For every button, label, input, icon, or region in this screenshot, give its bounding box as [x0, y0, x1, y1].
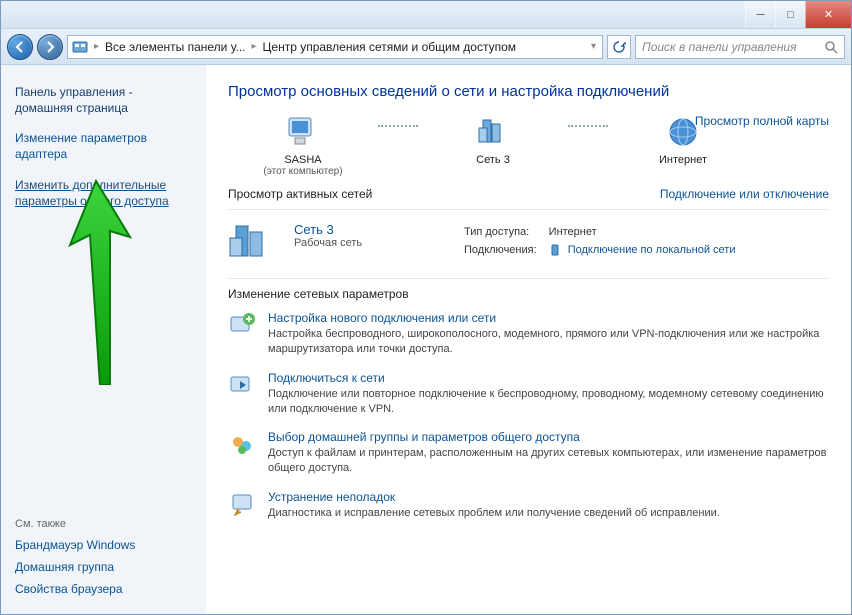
breadcrumb[interactable]: ▸ Все элементы панели у... ▸ Центр управ…: [67, 35, 603, 59]
navbar: ▸ Все элементы панели у... ▸ Центр управ…: [1, 29, 851, 65]
task-link[interactable]: Настройка нового подключения или сети: [268, 311, 829, 325]
chevron-right-icon: ▸: [250, 41, 259, 52]
sidebar-see-also: См. также: [15, 518, 192, 530]
search-input[interactable]: Поиск в панели управления: [635, 35, 845, 59]
refresh-button[interactable]: [607, 35, 631, 59]
task-desc: Диагностика и исправление сетевых пробле…: [268, 506, 720, 521]
homegroup-icon: [228, 430, 256, 458]
map-node-network[interactable]: Сеть 3: [418, 114, 568, 166]
task-link[interactable]: Устранение неполадок: [268, 490, 720, 504]
task-new-connection: Настройка нового подключения или сети На…: [228, 311, 829, 357]
active-network-info: Сеть 3 Рабочая сеть: [294, 222, 444, 262]
task-desc: Настройка беспроводного, широкополосного…: [268, 327, 829, 357]
sidebar-home-title[interactable]: Панель управления - домашняя страница: [15, 85, 192, 116]
search-icon: [824, 40, 838, 54]
troubleshoot-icon: [228, 490, 256, 518]
active-network: Сеть 3 Рабочая сеть Тип доступа: Интерне…: [228, 216, 829, 272]
search-placeholder: Поиск в панели управления: [642, 40, 797, 54]
task-connect: Подключиться к сети Подключение или повт…: [228, 371, 829, 417]
connect-disconnect-link[interactable]: Подключение или отключение: [660, 187, 829, 201]
sidebar-link-firewall[interactable]: Брандмауэр Windows: [15, 538, 192, 552]
section-change-settings: Изменение сетевых параметров: [228, 287, 829, 301]
divider: [228, 278, 829, 279]
connect-icon: [228, 371, 256, 399]
sidebar-link-homegroup[interactable]: Домашняя группа: [15, 560, 192, 574]
map-full-link[interactable]: Просмотр полной карты: [695, 114, 829, 128]
map-connector: [378, 114, 418, 138]
forward-button[interactable]: [37, 34, 63, 60]
map-node-label: SASHA: [228, 154, 378, 166]
dropdown-icon[interactable]: ▾: [589, 41, 598, 52]
content: Панель управления - домашняя страница Из…: [1, 65, 851, 614]
access-type-value: Интернет: [549, 224, 746, 240]
task-link[interactable]: Подключиться к сети: [268, 371, 829, 385]
active-network-details: Тип доступа: Интернет Подключения: Подкл…: [462, 222, 829, 262]
minimize-button[interactable]: ─: [745, 1, 775, 28]
new-connection-icon: [228, 311, 256, 339]
map-node-sublabel: (этот компьютер): [228, 166, 378, 177]
access-type-label: Тип доступа:: [464, 224, 547, 240]
sidebar-link-sharing[interactable]: Изменить дополнительные параметры общего…: [15, 177, 192, 209]
sidebar: Панель управления - домашняя страница Из…: [1, 65, 206, 614]
breadcrumb-root[interactable]: Все элементы панели у...: [105, 40, 245, 54]
connection-link[interactable]: Подключение по локальной сети: [568, 244, 736, 256]
active-network-type[interactable]: Рабочая сеть: [294, 237, 444, 249]
sidebar-link-browser[interactable]: Свойства браузера: [15, 582, 192, 596]
breadcrumb-current[interactable]: Центр управления сетями и общим доступом: [263, 40, 517, 54]
active-network-name[interactable]: Сеть 3: [294, 222, 444, 237]
lan-icon: [549, 244, 561, 256]
sidebar-link-adapter[interactable]: Изменение параметров адаптера: [15, 130, 192, 162]
connections-label: Подключения:: [464, 242, 547, 258]
map-node-label: Сеть 3: [418, 154, 568, 166]
section-title: Просмотр активных сетей: [228, 187, 372, 201]
task-desc: Подключение или повторное подключение к …: [268, 387, 829, 417]
close-button[interactable]: ✕: [805, 1, 851, 28]
window: ─ □ ✕ ▸ Все элементы панели у... ▸ Центр…: [0, 0, 852, 615]
map-connector: [568, 114, 608, 138]
titlebar: ─ □ ✕: [1, 1, 851, 29]
divider: [228, 209, 829, 210]
network-map: SASHA (этот компьютер) Сеть 3: [228, 114, 829, 177]
back-button[interactable]: [7, 34, 33, 60]
control-panel-icon: [72, 39, 88, 55]
task-desc: Доступ к файлам и принтерам, расположенн…: [268, 446, 829, 476]
page-title: Просмотр основных сведений о сети и наст…: [228, 83, 829, 100]
network-icon: [228, 222, 276, 262]
chevron-right-icon: ▸: [92, 41, 101, 52]
map-node-label: Интернет: [608, 154, 758, 166]
task-troubleshoot: Устранение неполадок Диагностика и испра…: [228, 490, 829, 521]
main: Просмотр основных сведений о сети и наст…: [206, 65, 851, 614]
task-link[interactable]: Выбор домашней группы и параметров общег…: [268, 430, 829, 444]
maximize-button[interactable]: □: [775, 1, 805, 28]
task-homegroup: Выбор домашней группы и параметров общег…: [228, 430, 829, 476]
map-node-computer[interactable]: SASHA (этот компьютер): [228, 114, 378, 177]
section-active-networks: Просмотр активных сетей Подключение или …: [228, 187, 829, 201]
